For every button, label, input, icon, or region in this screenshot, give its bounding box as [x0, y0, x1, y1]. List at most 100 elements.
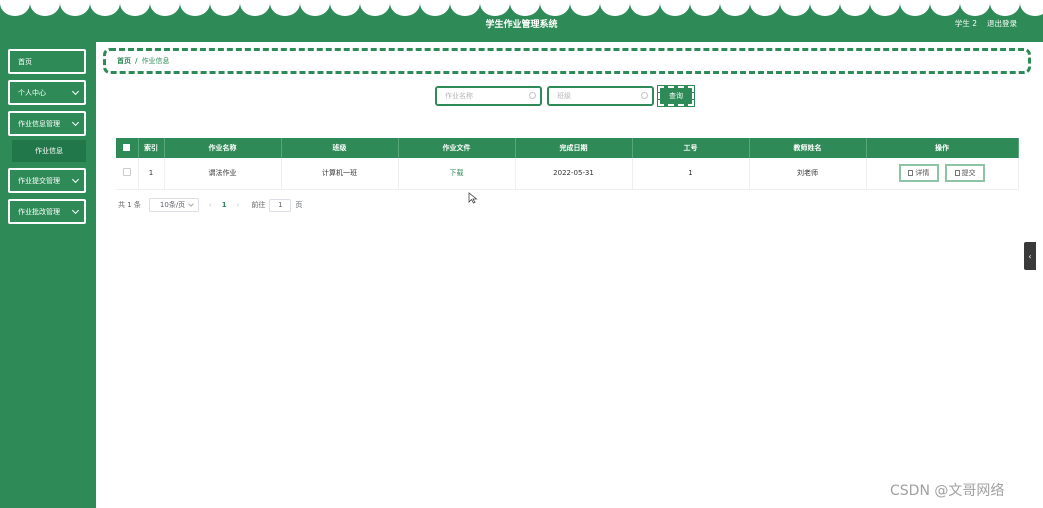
chevron-down-icon — [71, 87, 80, 96]
breadcrumb-separator: / — [135, 57, 138, 65]
document-icon — [954, 170, 960, 177]
breadcrumb-home[interactable]: 首页 — [117, 56, 131, 66]
cell-index: 1 — [138, 158, 165, 190]
column-header: 班级 — [281, 138, 399, 158]
scallop-shape — [690, 0, 720, 16]
sidebar-item-homework-submit-manage[interactable]: 作业提交管理 — [8, 168, 86, 193]
scallop-shape — [840, 0, 870, 16]
scallop-shape — [120, 0, 150, 16]
sidebar-item-label: 作业信息管理 — [18, 119, 60, 128]
scallop-shape — [390, 0, 420, 16]
scallop-shape — [510, 0, 540, 16]
sidebar-item-label: 个人中心 — [18, 88, 46, 97]
pagination: 共 1 条 10条/页 ‹ 1 › 前往 1 页 — [118, 198, 302, 212]
document-icon — [908, 170, 914, 177]
clear-icon — [529, 92, 536, 99]
scallop-decoration — [0, 0, 1043, 16]
scallop-shape — [900, 0, 930, 16]
search-placeholder: 班级 — [557, 92, 571, 100]
app-title: 学生作业管理系统 — [485, 20, 558, 30]
table-header-row: 索引 作业名称 班级 作业文件 完成日期 工号 教师姓名 操作 — [116, 138, 1019, 158]
collapse-panel-tab[interactable]: ‹ — [1024, 242, 1036, 270]
page-unit-label: 页 — [295, 201, 303, 209]
scallop-shape — [180, 0, 210, 16]
scallop-shape — [600, 0, 630, 16]
scallop-shape — [480, 0, 510, 16]
select-all-cell[interactable] — [116, 138, 139, 158]
cell-homework-name: 谓法作业 — [164, 158, 282, 190]
scallop-shape — [570, 0, 600, 16]
sidebar-item-label: 作业提交管理 — [18, 176, 60, 185]
page-size-value: 10条/页 — [159, 201, 186, 209]
cell-actions: 详情 提交 — [866, 158, 1019, 190]
scallop-shape — [540, 0, 570, 16]
breadcrumb: 首页 / 作业信息 — [103, 48, 1031, 74]
scallop-shape — [90, 0, 120, 16]
scallop-shape — [810, 0, 840, 16]
scallop-shape — [0, 0, 30, 16]
chevron-down-icon — [71, 206, 80, 215]
cell-job-no: 1 — [632, 158, 750, 190]
scallop-shape — [990, 0, 1020, 16]
goto-label: 前往 — [251, 201, 266, 209]
scallop-shape — [870, 0, 900, 16]
chevron-down-icon — [71, 175, 80, 184]
goto-page-input[interactable]: 1 — [269, 198, 292, 212]
app-root: 学生作业管理系统 学生 2 退出登录 首页 个人中心 作业信息管理 作业信息 作… — [0, 0, 1043, 508]
scallop-shape — [780, 0, 810, 16]
select-all-checkbox[interactable] — [123, 143, 131, 151]
scallop-shape — [930, 0, 960, 16]
detail-button[interactable]: 详情 — [898, 164, 939, 183]
sidebar-subitem-homework-info[interactable]: 作业信息 — [12, 140, 86, 162]
chevron-down-icon — [71, 118, 80, 127]
clear-icon — [641, 92, 648, 99]
scallop-shape — [360, 0, 390, 16]
detail-button-label: 详情 — [915, 169, 930, 178]
logout-link[interactable]: 退出登录 — [987, 18, 1017, 29]
sidebar-item-homework-info-manage[interactable]: 作业信息管理 — [8, 111, 86, 136]
scallop-shape — [240, 0, 270, 16]
column-header: 索引 — [138, 138, 165, 158]
scallop-shape — [30, 0, 60, 16]
column-header: 教师姓名 — [749, 138, 867, 158]
sidebar-item-homework-grading-manage[interactable]: 作业批改管理 — [8, 199, 86, 224]
next-page-button[interactable]: › — [237, 201, 240, 209]
sidebar: 首页 个人中心 作业信息管理 作业信息 作业提交管理 作业批改管理 — [0, 42, 96, 508]
scallop-shape — [630, 0, 660, 16]
scallop-shape — [420, 0, 450, 16]
cell-date: 2022-05-31 — [515, 158, 633, 190]
watermark: CSDN @文哥网络 — [890, 483, 1005, 499]
submit-button-label: 提交 — [961, 169, 976, 178]
header-user-area: 学生 2 退出登录 — [955, 18, 1017, 29]
current-user[interactable]: 学生 2 — [955, 18, 977, 29]
cell-teacher: 刘老师 — [749, 158, 867, 190]
scallop-shape — [300, 0, 330, 16]
breadcrumb-current: 作业信息 — [141, 57, 170, 65]
scallop-shape — [210, 0, 240, 16]
sidebar-item-personal-center[interactable]: 个人中心 — [8, 80, 86, 105]
download-link[interactable]: 下载 — [450, 169, 464, 177]
scallop-shape — [150, 0, 180, 16]
page-size-select[interactable]: 10条/页 — [148, 198, 199, 212]
top-header: 学生作业管理系统 学生 2 退出登录 — [0, 0, 1043, 42]
homework-name-search-input[interactable]: 作业名称 — [435, 86, 542, 106]
scallop-shape — [1020, 0, 1043, 16]
scallop-shape — [270, 0, 300, 16]
homework-table: 索引 作业名称 班级 作业文件 完成日期 工号 教师姓名 操作 1 谓法作业 计… — [116, 138, 1019, 190]
submit-button[interactable]: 提交 — [945, 164, 986, 183]
column-header: 完成日期 — [515, 138, 633, 158]
page-number[interactable]: 1 — [222, 201, 227, 209]
prev-page-button[interactable]: ‹ — [209, 201, 212, 209]
class-search-input[interactable]: 班级 — [547, 86, 654, 106]
sidebar-item-home[interactable]: 首页 — [8, 49, 86, 74]
column-header: 作业名称 — [164, 138, 282, 158]
column-header: 操作 — [866, 138, 1019, 158]
sidebar-item-label: 作业批改管理 — [18, 207, 60, 216]
scallop-shape — [60, 0, 90, 16]
row-checkbox[interactable] — [122, 168, 131, 177]
query-button[interactable]: 查询 — [657, 85, 695, 107]
chevron-down-icon — [188, 201, 194, 207]
scallop-shape — [660, 0, 690, 16]
row-select-cell[interactable] — [116, 158, 139, 190]
mouse-cursor-icon — [468, 192, 478, 204]
